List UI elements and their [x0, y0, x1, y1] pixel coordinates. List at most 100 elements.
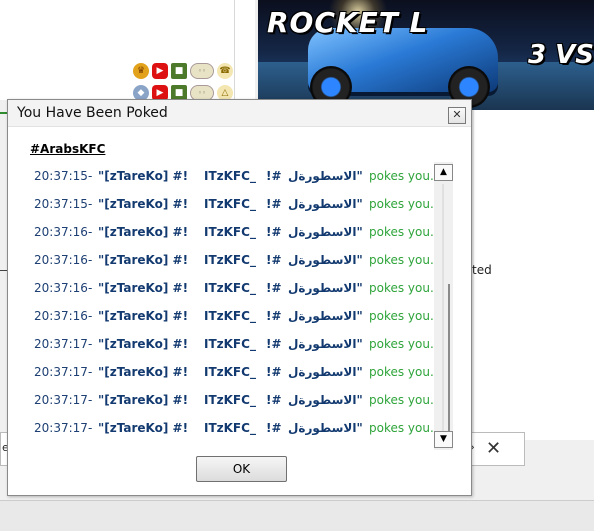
close-button[interactable]: ✕: [448, 107, 466, 124]
message-nick-a: "[zTareKo] #!: [98, 365, 189, 379]
message-nick-a: "[zTareKo] #!: [98, 393, 189, 407]
message-nick-b: ITzKFC_: [204, 337, 256, 351]
message-nick-c: !#: [266, 225, 282, 239]
message-nick-b: ITzKFC_: [204, 197, 256, 211]
message-nick-c: !#: [266, 253, 282, 267]
message-nick-a: "[zTareKo] #!: [98, 197, 189, 211]
message-nick-d: الاسطورةل": [288, 309, 363, 323]
message-nick-c: !#: [266, 169, 282, 183]
message-nick-a: "[zTareKo] #!: [98, 421, 189, 435]
message-nick-d: الاسطورةل": [288, 281, 363, 295]
dialog-titlebar[interactable]: You Have Been Poked ✕: [8, 100, 471, 127]
message-nick-d: الاسطورةل": [288, 225, 363, 239]
message-nick-b: ITzKFC_: [204, 225, 256, 239]
message-time: 20:37:17: [34, 365, 88, 379]
message-nick-b: ITzKFC_: [204, 421, 256, 435]
message-nick-c: !#: [266, 393, 282, 407]
message-time: 20:37:17: [34, 421, 88, 435]
banner-title: ROCKET L: [267, 6, 429, 39]
poke-message-list: 20:37:15- "[zTareKo] #! ITzKFC_ !# الاسطورةل…: [30, 162, 438, 452]
message-nick-c: !#: [266, 197, 282, 211]
message-nick-d: الاسطورةل": [288, 197, 363, 211]
message-action: pokes you.: [369, 253, 434, 267]
poke-message: 20:37:16- "[zTareKo] #! ITzKFC_ !# الاسطورةل…: [30, 250, 438, 270]
scrollbar[interactable]: ▲ ▼: [434, 162, 453, 450]
message-nick-d: الاسطورةل": [288, 365, 363, 379]
message-nick-c: !#: [266, 281, 282, 295]
pill-badge-icon: ◦◦: [190, 63, 214, 79]
message-sep: -: [88, 225, 93, 239]
message-nick-a: "[zTareKo] #!: [98, 337, 189, 351]
background-status-bar: [0, 500, 594, 531]
poke-message: 20:37:16- "[zTareKo] #! ITzKFC_ !# الاسطورةل…: [30, 306, 438, 326]
poke-dialog: You Have Been Poked ✕ #ArabsKFC 20:37:15…: [7, 99, 472, 496]
background-divider: [234, 0, 255, 100]
message-nick-b: ITzKFC_: [204, 309, 256, 323]
message-sep: -: [88, 253, 93, 267]
message-nick-b: ITzKFC_: [204, 253, 256, 267]
message-nick-c: !#: [266, 309, 282, 323]
message-time: 20:37:15: [34, 197, 88, 211]
background-status-text: ted: [472, 263, 492, 277]
channel-name[interactable]: #ArabsKFC: [30, 142, 105, 156]
message-nick-a: "[zTareKo] #!: [98, 169, 189, 183]
message-time: 20:37:17: [34, 337, 88, 351]
message-nick-b: ITzKFC_: [204, 169, 256, 183]
scroll-up-button[interactable]: ▲: [434, 164, 453, 181]
close-icon: ✕: [452, 108, 462, 121]
message-nick-a: "[zTareKo] #!: [98, 253, 189, 267]
message-time: 20:37:16: [34, 281, 88, 295]
message-sep: -: [88, 169, 93, 183]
message-nick-b: ITzKFC_: [204, 281, 256, 295]
message-sep: -: [88, 281, 93, 295]
message-nick-c: !#: [266, 421, 282, 435]
message-action: pokes you.: [369, 337, 434, 351]
message-sep: -: [88, 393, 93, 407]
message-action: pokes you.: [369, 197, 434, 211]
poke-message: 20:37:17- "[zTareKo] #! ITzKFC_ !# الاسطورةل…: [30, 334, 438, 354]
scroll-down-button[interactable]: ▼: [434, 431, 453, 448]
message-time: 20:37:16: [34, 253, 88, 267]
game-banner: ROCKET L 3 VS: [258, 0, 594, 110]
message-sep: -: [88, 309, 93, 323]
message-action: pokes you.: [369, 365, 434, 379]
message-nick-d: الاسطورةل": [288, 337, 363, 351]
ok-button[interactable]: OK: [196, 456, 287, 482]
message-action: pokes you.: [369, 225, 434, 239]
banner-subtitle: 3 VS: [528, 40, 594, 70]
poke-message: 20:37:17- "[zTareKo] #! ITzKFC_ !# الاسطورةل…: [30, 418, 438, 438]
message-sep: -: [88, 365, 93, 379]
poke-message: 20:37:17- "[zTareKo] #! ITzKFC_ !# الاسطورةل…: [30, 362, 438, 382]
message-action: pokes you.: [369, 169, 434, 183]
message-action: pokes you.: [369, 421, 434, 435]
phone-icon: ☎: [217, 63, 233, 79]
message-time: 20:37:15: [34, 169, 88, 183]
message-nick-a: "[zTareKo] #!: [98, 281, 189, 295]
message-nick-b: ITzKFC_: [204, 393, 256, 407]
background-pane-right: [474, 110, 594, 440]
message-time: 20:37:17: [34, 393, 88, 407]
message-nick-d: الاسطورةل": [288, 421, 363, 435]
message-action: pokes you.: [369, 309, 434, 323]
message-nick-d: الاسطورةل": [288, 393, 363, 407]
message-sep: -: [88, 337, 93, 351]
crown-icon: ♛: [133, 63, 149, 79]
message-nick-d: الاسطورةل": [288, 253, 363, 267]
poke-message: 20:37:15- "[zTareKo] #! ITzKFC_ !# الاسطورةل…: [30, 194, 438, 214]
message-action: pokes you.: [369, 281, 434, 295]
message-nick-b: ITzKFC_: [204, 365, 256, 379]
poke-message: 20:37:16- "[zTareKo] #! ITzKFC_ !# الاسطورةل…: [30, 222, 438, 242]
message-time: 20:37:16: [34, 309, 88, 323]
message-nick-c: !#: [266, 365, 282, 379]
scrollbar-thumb[interactable]: [437, 184, 450, 432]
scrollbar-thumb-shape: [442, 184, 450, 432]
tab-close-icon[interactable]: ✕: [486, 438, 501, 459]
poke-message: 20:37:17- "[zTareKo] #! ITzKFC_ !# الاسطورةل…: [30, 390, 438, 410]
message-sep: -: [88, 421, 93, 435]
badge-row: ♛ ▶ ■ ◦◦ ☎: [133, 63, 233, 81]
youtube-icon: ▶: [152, 63, 168, 79]
poke-message: 20:37:15- "[zTareKo] #! ITzKFC_ !# الاسطورةل…: [30, 166, 438, 186]
message-action: pokes you.: [369, 393, 434, 407]
cube-icon: ■: [171, 63, 187, 79]
message-nick-d: الاسطورةل": [288, 169, 363, 183]
